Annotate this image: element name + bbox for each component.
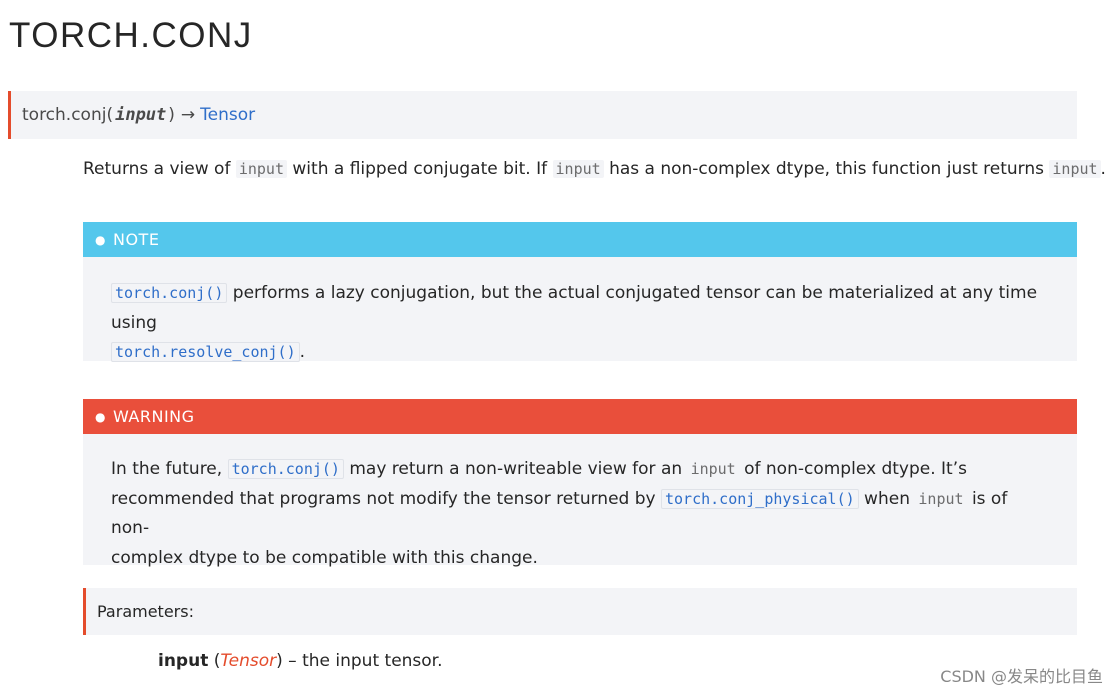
signature-name: torch.conj xyxy=(22,105,107,125)
description: Returns a view of input with a flipped c… xyxy=(83,156,1106,183)
parameter-name: input xyxy=(158,651,209,671)
parameter-item: input (Tensor) – the input tensor. xyxy=(158,651,443,671)
torch-conj-physical-link[interactable]: torch.conj_physical() xyxy=(661,488,859,509)
warning-header: ● WARNING xyxy=(83,399,1077,434)
warning-line: recommended that programs not modify the… xyxy=(111,485,1049,544)
note-admonition: ● NOTE torch.conj() performs a lazy conj… xyxy=(83,222,1077,362)
warning-body: In the future, torch.conj() may return a… xyxy=(83,434,1077,573)
inline-code: input xyxy=(915,489,967,508)
parameter-open-paren: ( xyxy=(208,651,221,671)
description-text: with a flipped conjugate bit. If xyxy=(287,159,553,179)
warning-text: of non-complex dtype. It’s xyxy=(738,459,967,479)
warning-text: complex dtype to be compatible with this… xyxy=(111,547,538,568)
warning-text: may return a non-writeable view for an xyxy=(343,459,688,479)
torch-conj-link[interactable]: torch.conj() xyxy=(111,283,228,303)
watermark: CSDN @发呆的比目鱼 xyxy=(940,667,1103,686)
parameter-type-link[interactable]: Tensor xyxy=(220,651,276,671)
bullet-icon: ● xyxy=(95,232,106,247)
warning-label: WARNING xyxy=(112,407,195,426)
warning-text: In the future, xyxy=(111,459,228,479)
inline-code: input xyxy=(235,160,287,178)
warning-line: In the future, torch.conj() may return a… xyxy=(111,455,1049,485)
note-label: NOTE xyxy=(112,230,160,249)
note-text: . xyxy=(299,342,306,362)
parameter-dash: – xyxy=(282,651,303,671)
return-arrow: → xyxy=(180,105,196,125)
description-text: has a non-complex dtype, this function j… xyxy=(603,159,1050,179)
parameters-header: Parameters: xyxy=(83,588,1077,635)
description-text: . xyxy=(1100,159,1106,179)
note-header: ● NOTE xyxy=(83,222,1077,257)
signature-param: input xyxy=(115,105,167,125)
inline-code: input xyxy=(552,160,604,178)
function-signature: torch.conj(input) → Tensor xyxy=(8,91,1077,139)
signature-open-paren: ( xyxy=(106,105,114,125)
signature-close-paren: ) xyxy=(168,105,175,125)
inline-code: input xyxy=(1049,160,1101,178)
note-text: performs a lazy conjugation, but the act… xyxy=(111,283,1038,333)
bullet-icon: ● xyxy=(95,409,106,424)
return-type-link[interactable]: Tensor xyxy=(200,105,255,125)
parameter-close-paren: ) xyxy=(276,651,283,671)
warning-line: complex dtype to be compatible with this… xyxy=(111,544,1049,574)
warning-text: recommended that programs not modify the… xyxy=(111,488,661,509)
parameter-description: the input tensor. xyxy=(302,651,443,671)
torch-conj-link[interactable]: torch.conj() xyxy=(227,459,344,479)
warning-admonition: ● WARNING In the future, torch.conj() ma… xyxy=(83,399,1077,568)
note-line: torch.resolve_conj(). xyxy=(111,338,1049,368)
warning-text: when xyxy=(858,488,916,509)
page-title: TORCH.CONJ xyxy=(9,16,253,55)
note-body: torch.conj() performs a lazy conjugation… xyxy=(83,257,1077,368)
description-text: Returns a view of xyxy=(83,159,236,179)
inline-code: input xyxy=(687,460,739,478)
note-line: torch.conj() performs a lazy conjugation… xyxy=(111,279,1049,338)
parameters-label: Parameters: xyxy=(97,602,194,621)
torch-resolve-conj-link[interactable]: torch.resolve_conj() xyxy=(111,342,300,362)
